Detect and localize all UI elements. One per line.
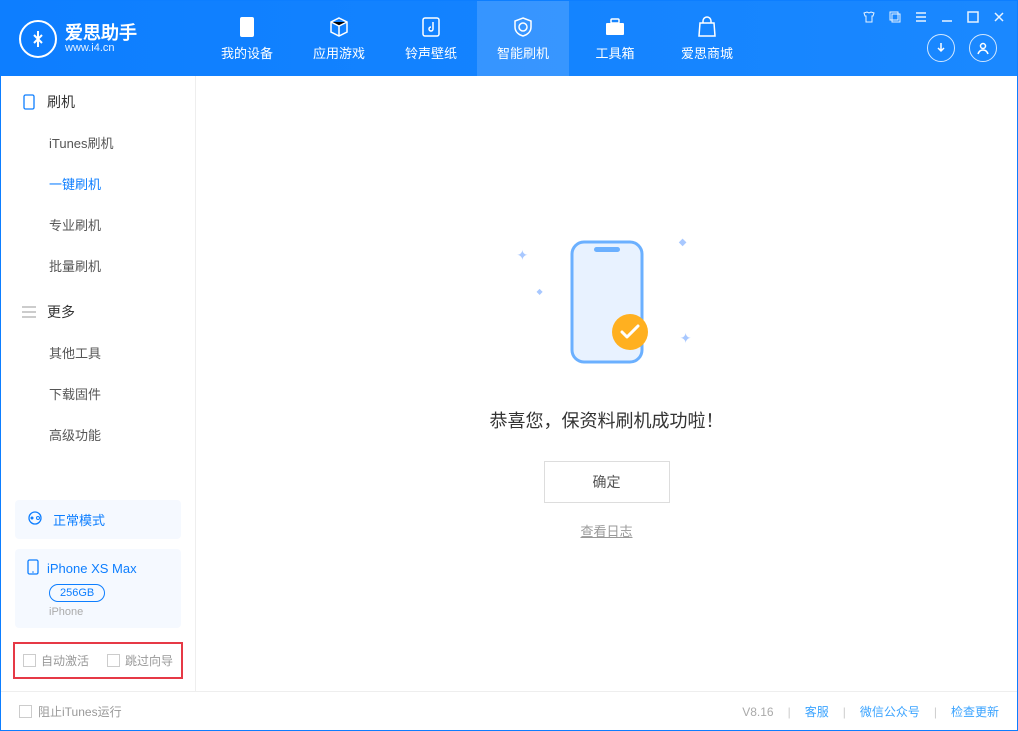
tab-label: 爱思商城 [681, 43, 733, 62]
sidebar-item-other-tools[interactable]: 其他工具 [1, 332, 195, 373]
checkbox-icon [23, 654, 36, 667]
view-log-link[interactable]: 查看日志 [580, 521, 632, 540]
device-phone-icon [27, 559, 39, 578]
music-icon [419, 15, 443, 39]
main-tabs: 我的设备 应用游戏 铃声壁纸 智能刷机 工具箱 爱思商城 [201, 1, 753, 76]
logo-area: 爱思助手 www.i4.cn [1, 20, 201, 58]
tab-apps[interactable]: 应用游戏 [293, 1, 385, 76]
tshirt-icon[interactable] [861, 9, 877, 25]
tab-label: 工具箱 [595, 43, 634, 62]
sparkle-dot-icon: ◆ [679, 237, 687, 248]
main-content: ✦ ◆ ◆ ✦ 恭喜您，保资料刷机成功啦！ 确定 查看日志 [196, 76, 1017, 691]
checkbox-icon [19, 705, 32, 718]
success-illustration: ✦ ◆ ◆ ✦ [507, 227, 707, 377]
window-controls [861, 9, 1007, 25]
header-right-buttons [927, 34, 997, 62]
checkbox-label: 自动激活 [41, 652, 89, 669]
tab-label: 我的设备 [221, 43, 273, 62]
refresh-icon [27, 510, 43, 529]
sidebar: 刷机 iTunes刷机 一键刷机 专业刷机 批量刷机 更多 其他工具 下载固件 … [1, 76, 196, 691]
sidebar-item-batch-flash[interactable]: 批量刷机 [1, 245, 195, 286]
group-title: 刷机 [47, 92, 75, 112]
device-name-label: iPhone XS Max [47, 561, 137, 576]
footer-link-update[interactable]: 检查更新 [951, 703, 999, 720]
sidebar-item-oneclick-flash[interactable]: 一键刷机 [1, 163, 195, 204]
skip-guide-checkbox[interactable]: 跳过向导 [107, 652, 173, 669]
phone-success-icon [562, 237, 652, 367]
tab-my-device[interactable]: 我的设备 [201, 1, 293, 76]
app-header: 爱思助手 www.i4.cn 我的设备 应用游戏 铃声壁纸 智能刷机 工具箱 爱… [1, 1, 1017, 76]
checkbox-label: 跳过向导 [125, 652, 173, 669]
bag-icon [695, 15, 719, 39]
app-subtitle: www.i4.cn [65, 42, 137, 54]
footer: 阻止iTunes运行 V8.16 | 客服 | 微信公众号 | 检查更新 [1, 691, 1017, 731]
footer-link-support[interactable]: 客服 [805, 703, 829, 720]
sidebar-group-more: 更多 [1, 286, 195, 332]
tab-toolbox[interactable]: 工具箱 [569, 1, 661, 76]
sparkle-dot-icon: ◆ [537, 287, 543, 296]
tab-label: 铃声壁纸 [405, 43, 457, 62]
checkbox-icon [107, 654, 120, 667]
user-button[interactable] [969, 34, 997, 62]
mode-label: 正常模式 [53, 510, 105, 529]
sidebar-item-itunes-flash[interactable]: iTunes刷机 [1, 122, 195, 163]
tab-ringtones[interactable]: 铃声壁纸 [385, 1, 477, 76]
device-icon [235, 15, 259, 39]
cube-icon [327, 15, 351, 39]
tab-label: 智能刷机 [497, 43, 549, 62]
checkbox-label: 阻止iTunes运行 [38, 703, 122, 720]
device-type-label: iPhone [49, 606, 169, 618]
tab-store[interactable]: 爱思商城 [661, 1, 753, 76]
sparkle-icon: ✦ [517, 247, 529, 264]
success-message: 恭喜您，保资料刷机成功啦！ [490, 407, 724, 433]
maximize-icon[interactable] [965, 9, 981, 25]
group-title: 更多 [47, 302, 75, 322]
sidebar-item-advanced[interactable]: 高级功能 [1, 414, 195, 455]
sidebar-item-pro-flash[interactable]: 专业刷机 [1, 204, 195, 245]
tab-label: 应用游戏 [313, 43, 365, 62]
minimize-icon[interactable] [939, 9, 955, 25]
block-itunes-checkbox[interactable]: 阻止iTunes运行 [19, 703, 122, 720]
auto-activate-checkbox[interactable]: 自动激活 [23, 652, 89, 669]
confirm-button[interactable]: 确定 [544, 461, 670, 503]
mode-indicator[interactable]: 正常模式 [15, 500, 181, 539]
layers-icon[interactable] [887, 9, 903, 25]
list-icon [21, 304, 37, 320]
menu-icon[interactable] [913, 9, 929, 25]
footer-link-wechat[interactable]: 微信公众号 [860, 703, 920, 720]
sparkle-icon: ✦ [680, 330, 692, 347]
tab-flash[interactable]: 智能刷机 [477, 1, 569, 76]
sidebar-item-download-firmware[interactable]: 下载固件 [1, 373, 195, 414]
version-label: V8.16 [742, 705, 773, 719]
device-storage-badge: 256GB [49, 584, 105, 602]
footer-right: V8.16 | 客服 | 微信公众号 | 检查更新 [742, 703, 999, 720]
body-area: 刷机 iTunes刷机 一键刷机 专业刷机 批量刷机 更多 其他工具 下载固件 … [1, 76, 1017, 691]
app-title: 爱思助手 [65, 24, 137, 42]
briefcase-icon [603, 15, 627, 39]
download-button[interactable] [927, 34, 955, 62]
shield-refresh-icon [511, 15, 535, 39]
close-icon[interactable] [991, 9, 1007, 25]
app-logo-icon [19, 20, 57, 58]
highlighted-options: 自动激活 跳过向导 [13, 642, 183, 679]
device-info[interactable]: iPhone XS Max 256GB iPhone [15, 549, 181, 628]
sidebar-group-flash: 刷机 [1, 76, 195, 122]
phone-icon [21, 94, 37, 110]
